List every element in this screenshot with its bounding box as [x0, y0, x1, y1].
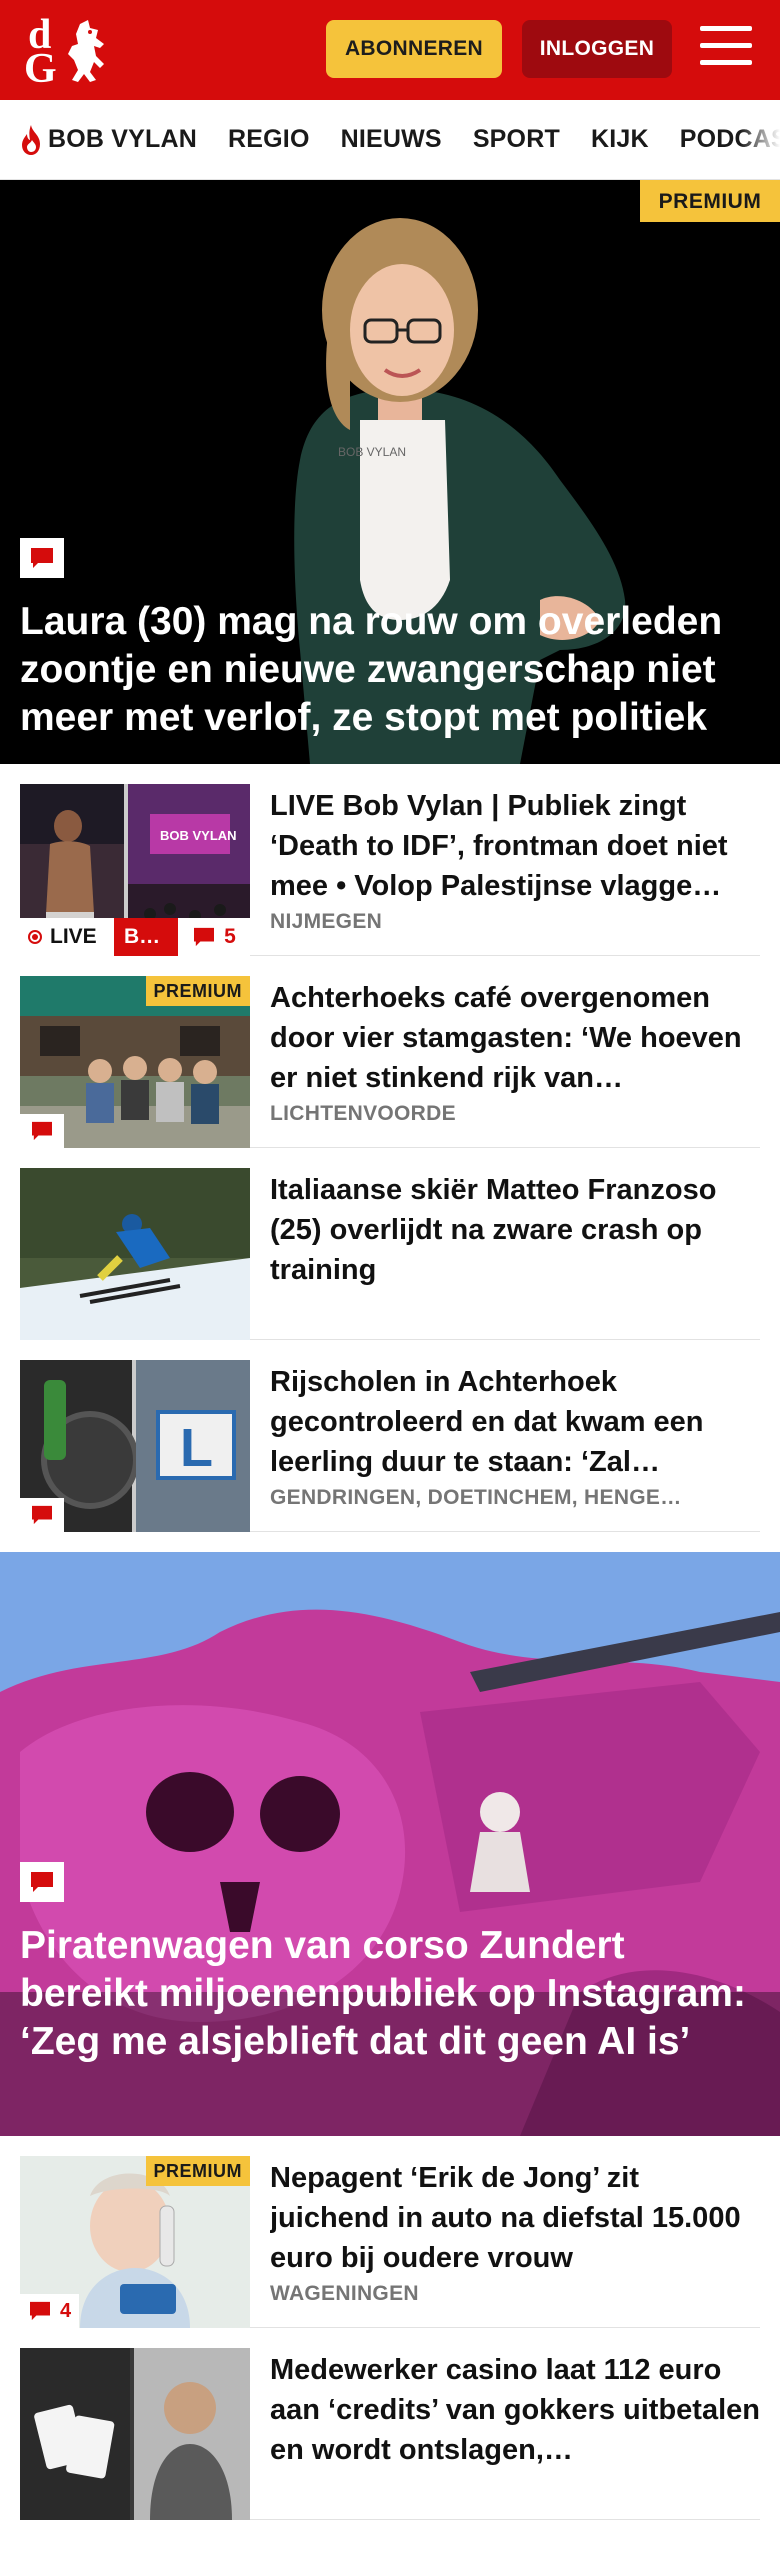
comment-icon: [20, 1862, 64, 1902]
article-location: GENDRINGEN, DOETINCHEM, HENGE…: [270, 1486, 682, 1509]
comment-icon: [194, 927, 215, 947]
comment-count: 4: [20, 2294, 80, 2328]
article-title[interactable]: Nepagent ‘Erik de Jong’ zit juichend in …: [270, 2158, 760, 2278]
login-button[interactable]: INLOGGEN: [522, 20, 672, 78]
article-list: BOB VYLAN LIVE B… 5 LIVE Bob Vylan | Pub…: [0, 764, 780, 1532]
article-title[interactable]: Achterhoeks café overgenomen door vier s…: [270, 978, 760, 1098]
nav-item-regio[interactable]: REGIO: [228, 125, 310, 154]
article-thumbnail: BOB VYLAN LIVE B… 5: [20, 784, 250, 956]
live-label: LIVE: [50, 925, 97, 948]
comment-count-value: 5: [224, 925, 236, 948]
hero-article[interactable]: BOB VYLAN PREMIUM Laura (30) mag na rouw…: [0, 180, 780, 764]
nav-item-bob-vylan[interactable]: BOB VYLAN: [18, 124, 197, 156]
article-title[interactable]: LIVE Bob Vylan | Publiek zingt ‘Death to…: [270, 786, 760, 906]
comment-count: 5: [178, 918, 250, 956]
article-thumbnail: [20, 2348, 250, 2520]
premium-badge: PREMIUM: [640, 180, 780, 222]
svg-text:BOB VYLAN: BOB VYLAN: [338, 445, 406, 459]
article-location: NIJMEGEN: [270, 910, 383, 933]
site-header: d G ABONNEREN INLOGGEN: [0, 0, 780, 100]
article-thumbnail: L: [20, 1360, 250, 1532]
subscribe-button[interactable]: ABONNEREN: [326, 20, 502, 78]
list-item[interactable]: L Rijscholen in Achterhoek gecontroleerd…: [20, 1340, 760, 1532]
article-thumbnail: [20, 1168, 250, 1340]
nav-item-label: BOB VYLAN: [48, 125, 198, 153]
article-thumbnail: PREMIUM 4: [20, 2156, 250, 2328]
premium-badge: PREMIUM: [145, 2156, 250, 2186]
live-topic-tag: B…: [114, 918, 178, 956]
menu-icon[interactable]: [700, 26, 752, 72]
nav-item-kijk[interactable]: KIJK: [591, 125, 649, 154]
logo-letter-g: G: [24, 46, 57, 92]
list-item[interactable]: PREMIUM Achterhoeks café overgenomen doo…: [20, 956, 760, 1148]
article-location: LICHTENVOORDE: [270, 1102, 456, 1125]
hero-title[interactable]: Piratenwagen van corso Zundert bereikt m…: [20, 1922, 760, 2066]
nav-item-sport[interactable]: SPORT: [473, 125, 560, 154]
comment-count-value: 4: [60, 2299, 72, 2322]
main-nav: BOB VYLAN REGIO NIEUWS SPORT KIJK PODCAS: [0, 100, 780, 180]
article-title[interactable]: Rijscholen in Achterhoek gecontroleerd e…: [270, 1362, 760, 1482]
svg-text:BOB VYLAN: BOB VYLAN: [160, 828, 237, 843]
article-title[interactable]: Medewerker casino laat 112 euro aan ‘cre…: [270, 2350, 760, 2470]
article-title[interactable]: Italiaanse skiër Matteo Franzoso (25) ov…: [270, 1170, 760, 1290]
article-thumbnail: PREMIUM: [20, 976, 250, 1148]
nav-item-nieuws[interactable]: NIEUWS: [341, 125, 442, 154]
live-badge: LIVE: [20, 918, 114, 956]
nav-fade: [740, 100, 780, 179]
list-item[interactable]: Italiaanse skiër Matteo Franzoso (25) ov…: [20, 1148, 760, 1340]
list-item[interactable]: PREMIUM 4 Nepagent ‘Erik de Jong’ zit ju…: [20, 2136, 760, 2328]
hero-title[interactable]: Laura (30) mag na rouw om overleden zoon…: [20, 598, 760, 742]
premium-badge: PREMIUM: [145, 976, 250, 1006]
live-dot-icon: [28, 930, 42, 944]
svg-text:L: L: [180, 1418, 213, 1478]
hero-article-2[interactable]: Piratenwagen van corso Zundert bereikt m…: [0, 1552, 780, 2136]
list-item[interactable]: BOB VYLAN LIVE B… 5 LIVE Bob Vylan | Pub…: [20, 764, 760, 956]
list-item[interactable]: Medewerker casino laat 112 euro aan ‘cre…: [20, 2328, 760, 2520]
knight-horse-icon: [68, 20, 104, 82]
comment-icon: [20, 1498, 64, 1532]
article-location: WAGENINGEN: [270, 2282, 419, 2305]
article-list-2: PREMIUM 4 Nepagent ‘Erik de Jong’ zit ju…: [0, 2136, 780, 2520]
comment-icon: [30, 2301, 50, 2321]
flame-icon: [22, 124, 40, 155]
site-logo[interactable]: d G: [22, 14, 114, 90]
comment-icon: [20, 538, 64, 578]
comment-icon: [20, 1114, 64, 1148]
